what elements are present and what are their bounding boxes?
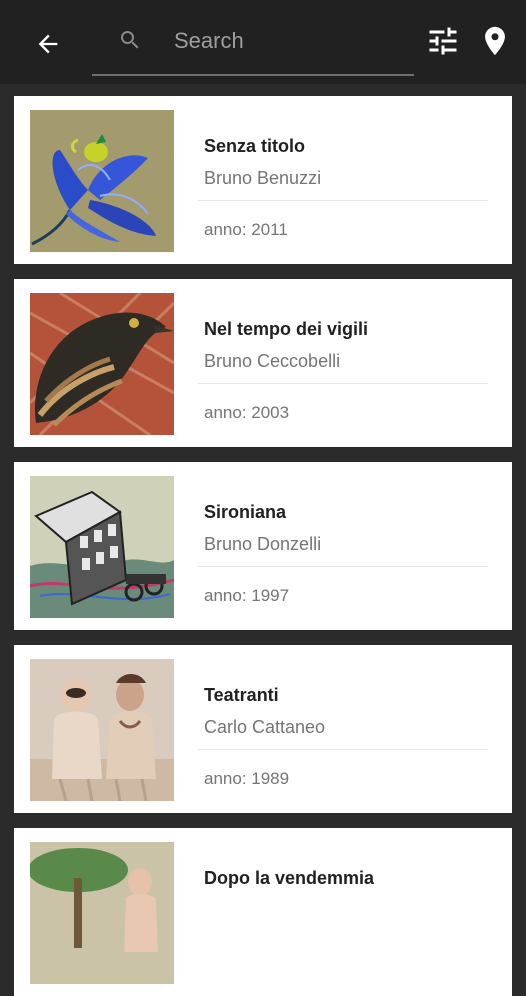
- divider: [198, 383, 488, 384]
- divider: [198, 749, 488, 750]
- artwork-title: Teatranti: [204, 685, 279, 705]
- artwork-thumbnail[interactable]: [30, 293, 174, 435]
- divider: [198, 200, 488, 201]
- artwork-year: anno: 1989: [204, 769, 290, 788]
- location-button[interactable]: [478, 22, 512, 60]
- artwork-artist: Bruno Benuzzi: [204, 168, 322, 188]
- arrow-back-icon: [38, 34, 58, 54]
- artwork-year: anno: 2003: [204, 403, 290, 422]
- artwork-info: Senza titolo Bruno Benuzzi anno: 2011: [198, 96, 488, 264]
- artwork-thumbnail[interactable]: [30, 659, 174, 801]
- tune-icon: [429, 27, 457, 55]
- search-input[interactable]: [172, 22, 406, 60]
- artwork-title: Nel tempo dei vigili: [204, 319, 369, 339]
- artwork-artist: Bruno Ceccobelli: [204, 351, 341, 371]
- artwork-info: Teatranti Carlo Cattaneo anno: 1989: [198, 645, 488, 813]
- artwork-info: Dopo la vendemmia: [198, 828, 488, 996]
- artwork-thumbnail[interactable]: [30, 110, 174, 252]
- filter-button[interactable]: [424, 22, 462, 60]
- artwork-card[interactable]: Teatranti Carlo Cattaneo anno: 1989: [14, 645, 512, 813]
- artwork-artist: Carlo Cattaneo: [204, 717, 326, 737]
- artwork-title: Senza titolo: [204, 136, 306, 156]
- search-icon: [121, 31, 139, 49]
- location-pin-icon: [485, 26, 505, 56]
- app-bar: [0, 0, 526, 84]
- artwork-card[interactable]: Senza titolo Bruno Benuzzi anno: 2011: [14, 96, 512, 264]
- artwork-card[interactable]: Nel tempo dei vigili Bruno Ceccobelli an…: [14, 279, 512, 447]
- artwork-title: Dopo la vendemmia: [204, 868, 375, 888]
- artwork-year: anno: 2011: [204, 220, 288, 239]
- artwork-year: anno: 1997: [204, 586, 290, 605]
- artwork-info: Sironiana Bruno Donzelli anno: 1997: [198, 462, 488, 630]
- artwork-card[interactable]: Dopo la vendemmia: [14, 828, 512, 996]
- artwork-title: Sironiana: [204, 502, 287, 522]
- artwork-info: Nel tempo dei vigili Bruno Ceccobelli an…: [198, 279, 488, 447]
- divider: [198, 566, 488, 567]
- artwork-thumbnail[interactable]: [30, 476, 174, 618]
- artwork-thumbnail[interactable]: [30, 842, 174, 984]
- artwork-artist: Bruno Donzelli: [204, 534, 322, 554]
- back-button[interactable]: [28, 24, 68, 64]
- search-bar[interactable]: [92, 16, 414, 76]
- artwork-card[interactable]: Sironiana Bruno Donzelli anno: 1997: [14, 462, 512, 630]
